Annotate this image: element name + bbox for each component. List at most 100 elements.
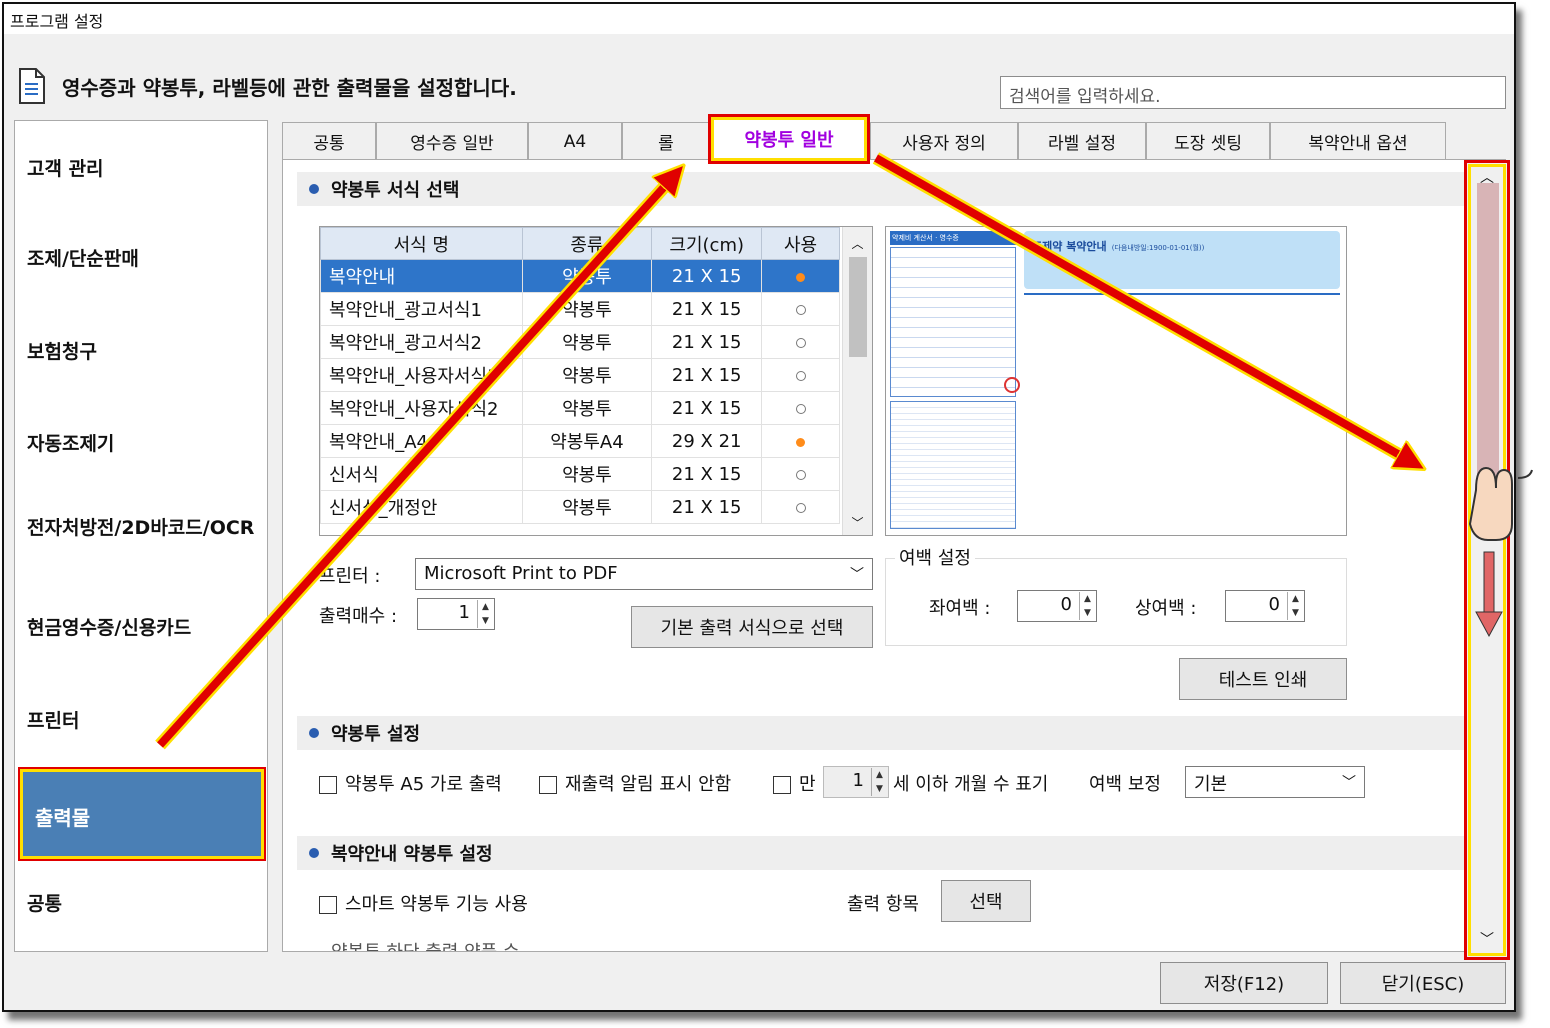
age-option[interactable]: 만 xyxy=(773,770,816,796)
sidebar-item-common[interactable]: 공통 xyxy=(27,894,257,914)
sidebar-item-cash-receipt[interactable]: 현금영수증/신용카드 xyxy=(27,618,257,638)
tab-envelope-general[interactable]: 약봉투 일반 xyxy=(708,114,870,164)
preview-title: 조제약 복약안내 xyxy=(1032,240,1107,253)
row-size: 21 X 15 xyxy=(651,457,763,491)
spin-up-icon[interactable]: ▲ xyxy=(478,600,493,614)
preview-date: (다음내방일:1900-01-01(월)) xyxy=(1111,244,1205,252)
sidebar-item-output[interactable]: 출력물 xyxy=(18,767,266,861)
scroll-down-icon[interactable]: ﹀ xyxy=(843,514,872,531)
row-size: 21 X 15 xyxy=(651,325,763,359)
tab-label[interactable]: 라벨 설정 xyxy=(1018,122,1146,160)
table-row[interactable]: 복약안내 약봉투 21 X 15 xyxy=(320,259,840,293)
age-checkbox[interactable] xyxy=(773,776,791,794)
col-use[interactable]: 사용 xyxy=(761,227,840,260)
spin-down-icon[interactable]: ▼ xyxy=(478,614,493,628)
row-use[interactable] xyxy=(761,424,840,458)
spin-up-icon[interactable]: ▲ xyxy=(1080,592,1095,606)
row-use[interactable] xyxy=(761,358,840,392)
margin-fix-select[interactable]: 기본 ﹀ xyxy=(1185,766,1365,798)
tab-common[interactable]: 공통 xyxy=(282,122,376,160)
tab-stamp[interactable]: 도장 셋팅 xyxy=(1146,122,1270,160)
radio-empty-icon xyxy=(795,370,806,381)
smart-checkbox[interactable] xyxy=(319,896,337,914)
spin-down-icon[interactable]: ▼ xyxy=(872,782,887,796)
test-print-button[interactable]: 테스트 인쇄 xyxy=(1179,658,1347,700)
tab-user-defined[interactable]: 사용자 정의 xyxy=(870,122,1018,160)
table-scroll-thumb[interactable] xyxy=(849,257,867,357)
top-margin-stepper[interactable]: 0 ▲ ▼ xyxy=(1225,590,1305,622)
spin-down-icon[interactable]: ▼ xyxy=(1288,606,1303,620)
row-use[interactable] xyxy=(761,490,840,524)
col-name[interactable]: 서식 명 xyxy=(320,227,523,260)
close-button[interactable]: 닫기(ESC) xyxy=(1340,962,1506,1004)
row-name: 복약안내_A4 xyxy=(320,424,523,458)
row-name: 복약안내_사용자서식1 xyxy=(320,358,523,392)
left-margin-stepper[interactable]: 0 ▲ ▼ xyxy=(1017,590,1097,622)
row-use[interactable] xyxy=(761,259,840,293)
smart-envelope-option[interactable]: 스마트 약봉투 기능 사용 xyxy=(319,890,528,916)
row-type: 약봉투 xyxy=(521,292,653,326)
table-row[interactable]: 복약안내_사용자서식1 약봉투 21 X 15 xyxy=(320,358,840,392)
default-format-button[interactable]: 기본 출력 서식으로 선택 xyxy=(631,606,873,648)
reprint-checkbox[interactable] xyxy=(539,776,557,794)
sidebar-item-dispense[interactable]: 조제/단순판매 xyxy=(27,249,257,269)
row-use[interactable] xyxy=(761,457,840,491)
row-use[interactable] xyxy=(761,391,840,425)
tab-receipt[interactable]: 영수증 일반 xyxy=(376,122,528,160)
scroll-up-icon[interactable]: ︿ xyxy=(843,227,872,252)
row-size: 21 X 15 xyxy=(651,292,763,326)
table-row[interactable]: 복약안내_사용자서식2 약봉투 21 X 15 xyxy=(320,391,840,425)
printer-select[interactable]: Microsoft Print to PDF ﹀ xyxy=(415,558,873,590)
top-margin-label: 상여백 : xyxy=(1135,598,1197,619)
table-scrollbar[interactable]: ︿ ﹀ xyxy=(842,227,872,535)
select-items-button[interactable]: 선택 xyxy=(941,880,1031,922)
scroll-down-icon[interactable]: ﹀ xyxy=(1467,929,1507,949)
sidebar-item-eprescription[interactable]: 전자처방전/2D바코드/OCR xyxy=(27,518,257,538)
reprint-option[interactable]: 재출력 알림 표시 안함 xyxy=(539,770,731,796)
preview-header-left: 약제비 계산서 · 영수증 xyxy=(890,231,1016,245)
bullet-icon xyxy=(309,184,319,194)
col-size[interactable]: 크기(cm) xyxy=(651,227,763,260)
margin-group-title: 여백 설정 xyxy=(895,544,975,570)
radio-empty-icon xyxy=(795,469,806,480)
table-row[interactable]: 복약안내_A4 약봉투A4 29 X 21 xyxy=(320,424,840,458)
col-type[interactable]: 종류 xyxy=(521,227,653,260)
sidebar-item-customer[interactable]: 고객 관리 xyxy=(27,159,257,179)
row-use[interactable] xyxy=(761,325,840,359)
age-stepper[interactable]: 1 ▲ ▼ xyxy=(823,766,889,798)
preview-form-grid xyxy=(890,247,1016,397)
sidebar-item-auto-dispenser[interactable]: 자동조제기 xyxy=(27,434,257,454)
spin-down-icon[interactable]: ▼ xyxy=(1080,606,1095,620)
search-input[interactable]: 검색어를 입력하세요. xyxy=(1000,76,1506,109)
spin-buttons[interactable]: ▲ ▼ xyxy=(477,600,493,628)
tab-roll[interactable]: 롤 xyxy=(622,122,710,160)
spin-up-icon[interactable]: ▲ xyxy=(872,768,887,782)
spin-buttons[interactable]: ▲ ▼ xyxy=(1287,592,1303,620)
sidebar-item-printer[interactable]: 프린터 xyxy=(27,711,257,731)
description-text: 영수증과 약봉투, 라벨등에 관한 출력물을 설정합니다. xyxy=(62,75,517,100)
table-row[interactable]: 신서식_개정안 약봉투 21 X 15 xyxy=(320,490,840,524)
save-button[interactable]: 저장(F12) xyxy=(1160,962,1328,1004)
row-use[interactable] xyxy=(761,292,840,326)
a5-landscape-option[interactable]: 약봉투 A5 가로 출력 xyxy=(319,770,502,796)
spin-buttons[interactable]: ▲ ▼ xyxy=(871,768,887,796)
tab-a4[interactable]: A4 xyxy=(528,122,622,160)
table-row[interactable]: 신서식 약봉투 21 X 15 xyxy=(320,457,840,491)
section-title: 복약안내 약봉투 설정 xyxy=(331,844,493,865)
table-row[interactable]: 복약안내_광고서식1 약봉투 21 X 15 xyxy=(320,292,840,326)
row-name: 신서식 xyxy=(320,457,523,491)
row-name: 복약안내_광고서식2 xyxy=(320,325,523,359)
sidebar-item-insurance[interactable]: 보험청구 xyxy=(27,342,257,362)
age-value: 1 xyxy=(852,770,864,791)
section-format-select: 약봉투 서식 선택 xyxy=(297,172,1477,206)
tab-medication-guide[interactable]: 복약안내 옵션 xyxy=(1270,122,1446,160)
spin-buttons[interactable]: ▲ ▼ xyxy=(1079,592,1095,620)
row-type: 약봉투 xyxy=(521,259,653,293)
main-scroll-thumb[interactable] xyxy=(1477,183,1499,483)
copies-stepper[interactable]: 1 ▲ ▼ xyxy=(417,598,495,630)
table-row[interactable]: 복약안내_광고서식2 약봉투 21 X 15 xyxy=(320,325,840,359)
a5-checkbox[interactable] xyxy=(319,776,337,794)
spin-up-icon[interactable]: ▲ xyxy=(1288,592,1303,606)
radio-empty-icon xyxy=(795,304,806,315)
main-scrollbar[interactable]: ︿ ﹀ xyxy=(1464,160,1510,960)
